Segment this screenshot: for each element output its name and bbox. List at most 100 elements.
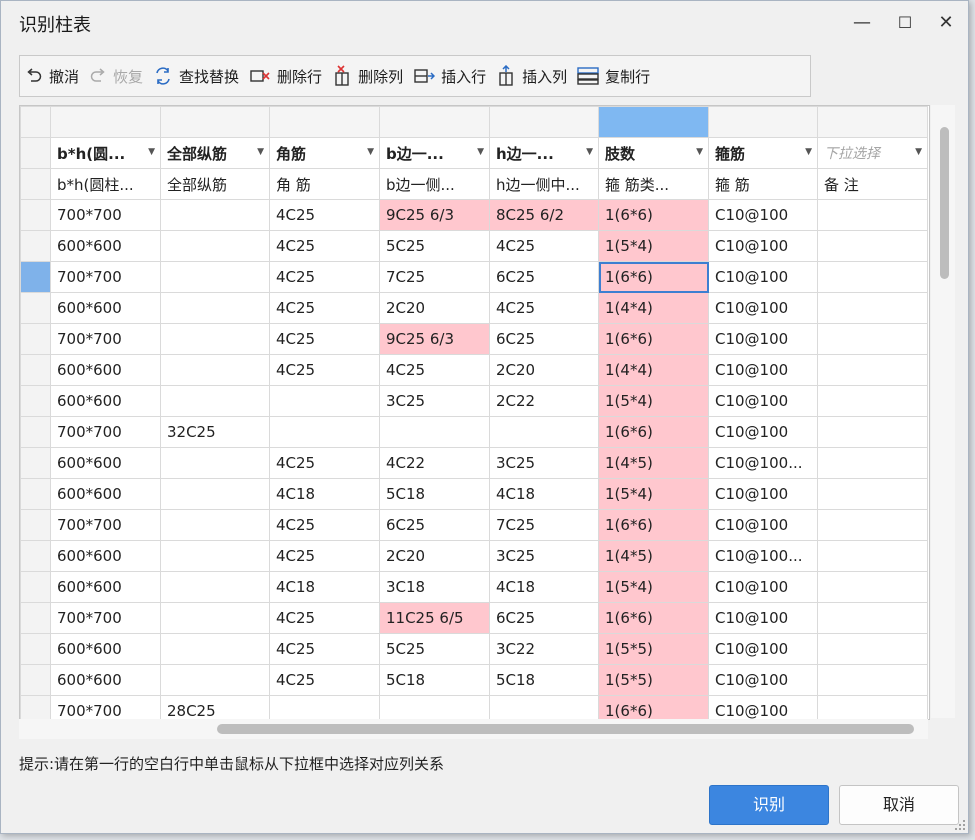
source-header-cell[interactable]: b*h(圆柱...: [50, 168, 161, 200]
table-cell[interactable]: 2C20: [379, 292, 490, 324]
table-cell[interactable]: 4C25: [269, 509, 380, 541]
table-cell[interactable]: [817, 261, 928, 293]
table-cell[interactable]: 1(4*5): [598, 540, 709, 572]
table-cell[interactable]: 600*600: [50, 540, 161, 572]
table-cell[interactable]: [269, 695, 380, 719]
table-cell[interactable]: 1(5*4): [598, 571, 709, 603]
row-header-cell[interactable]: [20, 168, 51, 200]
table-cell[interactable]: C10@100: [708, 478, 818, 510]
row-header-cell[interactable]: [20, 416, 51, 448]
table-cell[interactable]: 4C25: [269, 230, 380, 262]
table-cell[interactable]: 4C25: [269, 664, 380, 696]
undo-button[interactable]: 撤消: [20, 60, 84, 92]
row-header-cell[interactable]: [20, 323, 51, 355]
table-cell[interactable]: 1(4*4): [598, 292, 709, 324]
source-header-cell[interactable]: 箍 筋类...: [598, 168, 709, 200]
table-cell[interactable]: C10@100: [708, 571, 818, 603]
table-cell[interactable]: C10@100: [708, 230, 818, 262]
table-cell[interactable]: 8C25 6/2: [489, 199, 599, 231]
table-cell[interactable]: [160, 199, 270, 231]
column-mapping-dropdown[interactable]: h边一... ▼: [489, 137, 599, 169]
column-mapping-dropdown[interactable]: 全部纵筋 ▼: [160, 137, 270, 169]
source-header-cell[interactable]: 角 筋: [269, 168, 380, 200]
table-cell[interactable]: 600*600: [50, 571, 161, 603]
table-cell[interactable]: [160, 261, 270, 293]
column-table-grid[interactable]: b*h(圆... ▼ 全部纵筋 ▼ 角筋 ▼ b边一... ▼ h边一... ▼ 肢数 ▼ 箍筋 ▼ 下拉选…: [19, 105, 930, 720]
table-cell[interactable]: 1(6*6): [598, 602, 709, 634]
table-cell[interactable]: [817, 664, 928, 696]
column-header-cell[interactable]: [379, 106, 490, 138]
table-cell[interactable]: C10@100: [708, 199, 818, 231]
table-cell[interactable]: 5C25: [379, 633, 490, 665]
table-cell[interactable]: 4C25: [269, 633, 380, 665]
row-header-cell[interactable]: [20, 602, 51, 634]
table-cell[interactable]: 600*600: [50, 230, 161, 262]
column-header-cell[interactable]: [708, 106, 818, 138]
row-header-cell[interactable]: [20, 385, 51, 417]
table-cell[interactable]: [160, 230, 270, 262]
table-cell[interactable]: 4C25: [379, 354, 490, 386]
table-cell[interactable]: C10@100...: [708, 540, 818, 572]
table-cell[interactable]: 700*700: [50, 602, 161, 634]
table-cell[interactable]: [817, 509, 928, 541]
source-header-cell[interactable]: b边一侧...: [379, 168, 490, 200]
row-header-cell[interactable]: [20, 695, 51, 719]
table-cell[interactable]: 2C20: [489, 354, 599, 386]
table-cell[interactable]: 600*600: [50, 633, 161, 665]
table-cell[interactable]: [379, 695, 490, 719]
row-header-cell[interactable]: [20, 447, 51, 479]
table-cell[interactable]: [160, 571, 270, 603]
dropdown-arrow-icon[interactable]: ▼: [148, 147, 155, 157]
table-cell[interactable]: 1(4*5): [598, 447, 709, 479]
horizontal-scrollbar[interactable]: [19, 719, 928, 739]
dropdown-arrow-icon[interactable]: ▼: [586, 147, 593, 157]
table-cell[interactable]: 1(5*4): [598, 385, 709, 417]
table-cell[interactable]: [160, 602, 270, 634]
table-cell[interactable]: [817, 602, 928, 634]
column-header-cell[interactable]: [50, 106, 161, 138]
table-cell[interactable]: 1(6*6): [598, 323, 709, 355]
dropdown-arrow-icon[interactable]: ▼: [915, 147, 922, 157]
table-cell[interactable]: [160, 633, 270, 665]
table-cell[interactable]: 9C25 6/3: [379, 323, 490, 355]
row-header-cell[interactable]: [20, 478, 51, 510]
table-cell[interactable]: 600*600: [50, 478, 161, 510]
table-cell[interactable]: [160, 478, 270, 510]
redo-button[interactable]: 恢复: [84, 60, 148, 92]
table-cell[interactable]: 2C22: [489, 385, 599, 417]
delete-row-button[interactable]: 删除行: [244, 60, 327, 92]
table-cell[interactable]: 2C20: [379, 540, 490, 572]
table-cell[interactable]: 6C25: [379, 509, 490, 541]
table-cell[interactable]: [160, 323, 270, 355]
table-cell[interactable]: C10@100: [708, 633, 818, 665]
table-cell[interactable]: [160, 447, 270, 479]
table-cell[interactable]: [817, 292, 928, 324]
table-cell[interactable]: [160, 292, 270, 324]
table-cell[interactable]: 4C25: [489, 292, 599, 324]
table-cell[interactable]: 28C25: [160, 695, 270, 719]
insert-col-button[interactable]: 插入列: [491, 60, 572, 92]
table-cell[interactable]: [379, 416, 490, 448]
row-header-cell[interactable]: [20, 261, 51, 293]
table-cell[interactable]: [817, 478, 928, 510]
table-cell[interactable]: 3C18: [379, 571, 490, 603]
table-cell[interactable]: 700*700: [50, 323, 161, 355]
table-cell[interactable]: 1(6*6): [598, 261, 709, 293]
table-cell[interactable]: C10@100: [708, 602, 818, 634]
table-cell[interactable]: 6C25: [489, 602, 599, 634]
row-header-cell[interactable]: [20, 354, 51, 386]
table-cell[interactable]: [817, 416, 928, 448]
delete-col-button[interactable]: 删除列: [327, 60, 408, 92]
table-cell[interactable]: 7C25: [489, 509, 599, 541]
table-cell[interactable]: C10@100: [708, 261, 818, 293]
table-cell[interactable]: 4C18: [269, 478, 380, 510]
table-cell[interactable]: 1(6*6): [598, 199, 709, 231]
table-cell[interactable]: 3C25: [489, 540, 599, 572]
column-mapping-dropdown[interactable]: 角筋 ▼: [269, 137, 380, 169]
table-cell[interactable]: 3C25: [489, 447, 599, 479]
table-cell[interactable]: [817, 695, 928, 719]
close-button[interactable]: ✕: [930, 9, 962, 37]
table-cell[interactable]: [269, 385, 380, 417]
horizontal-scroll-thumb[interactable]: [217, 724, 914, 734]
table-cell[interactable]: C10@100: [708, 385, 818, 417]
